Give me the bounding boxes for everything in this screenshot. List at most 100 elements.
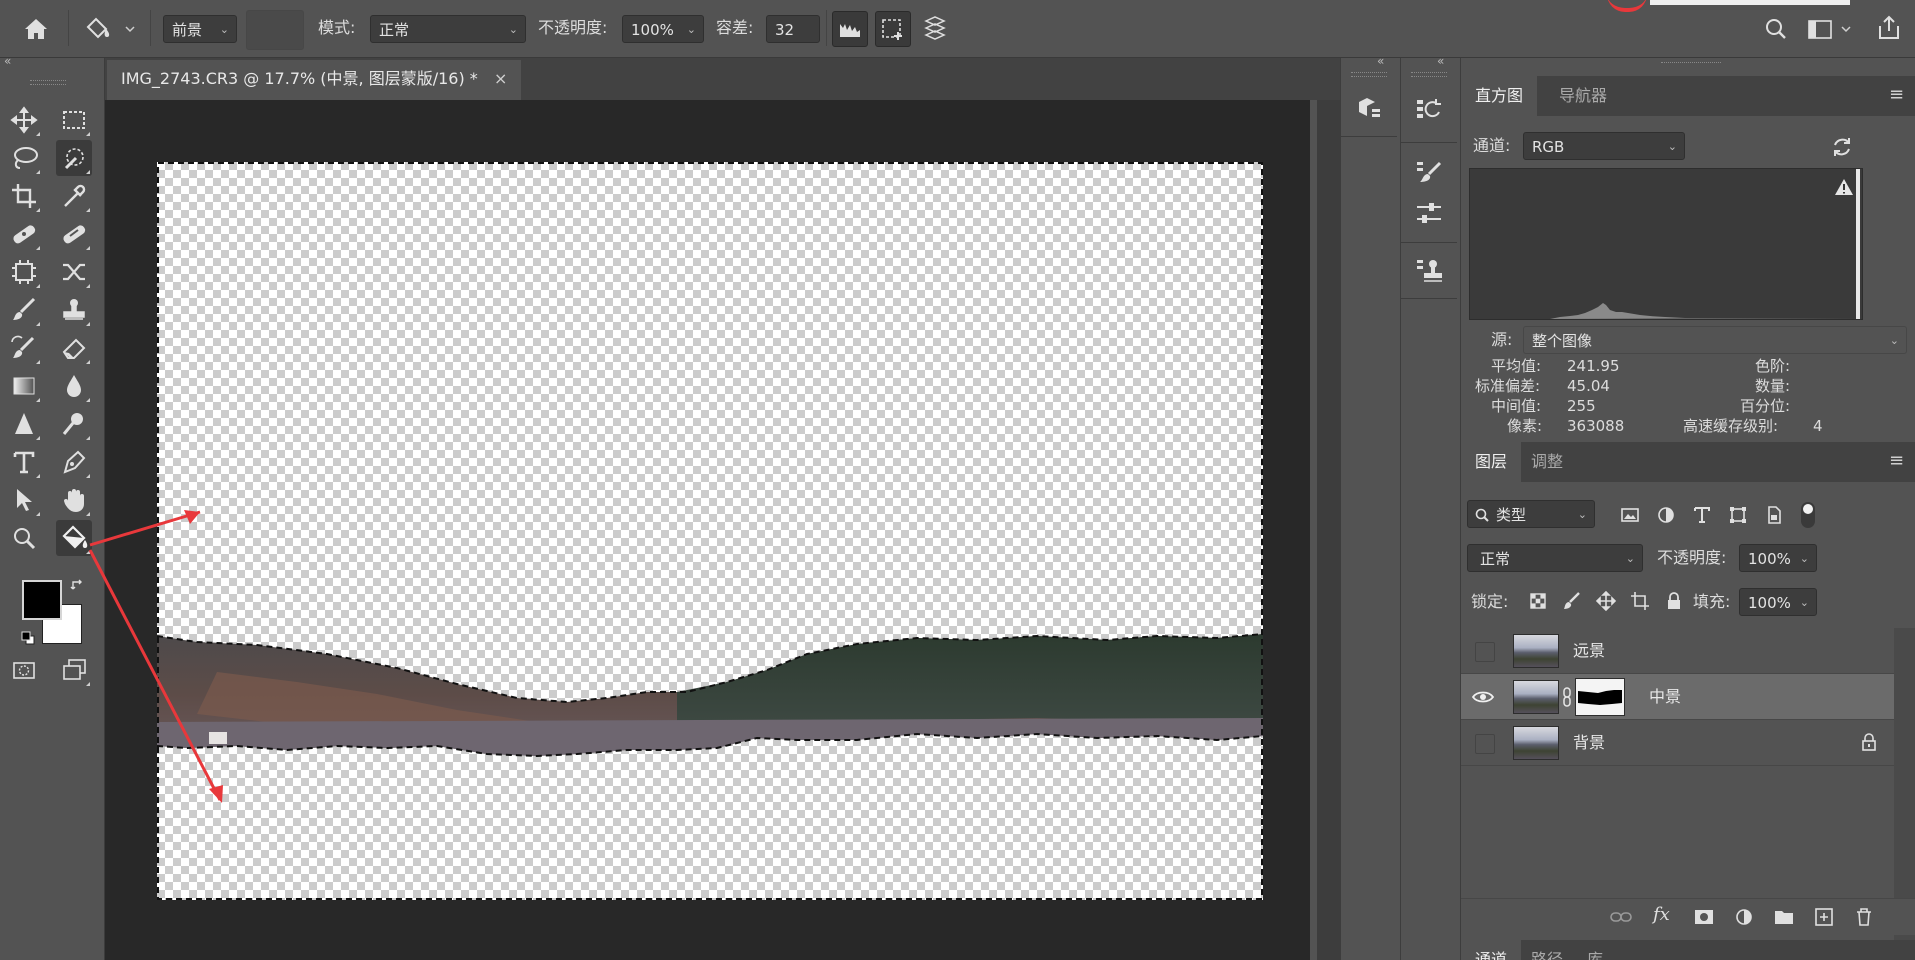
- default-colors-icon[interactable]: [20, 630, 36, 646]
- layer-name[interactable]: 中景: [1649, 674, 1681, 720]
- lock-position-icon[interactable]: [1595, 590, 1617, 612]
- new-group-icon[interactable]: [1773, 906, 1795, 928]
- type-tool-icon[interactable]: [6, 444, 42, 480]
- layer-opacity-input[interactable]: 100% ⌄: [1739, 544, 1817, 572]
- layer-row[interactable]: 背景: [1461, 720, 1894, 766]
- history-panel-icon[interactable]: [1411, 92, 1447, 128]
- lock-icon[interactable]: [1859, 732, 1879, 752]
- layers-panel-menu-icon[interactable]: ≡: [1889, 450, 1904, 471]
- document-tab[interactable]: IMG_2743.CR3 @ 17.7% (中景, 图层蒙版/16) * ×: [107, 60, 521, 100]
- marquee-tool-icon[interactable]: [56, 102, 92, 138]
- share-icon[interactable]: [1874, 13, 1904, 43]
- workspace-icon[interactable]: [1806, 15, 1854, 43]
- contiguous-toggle[interactable]: [875, 11, 911, 47]
- tab-histogram[interactable]: 直方图: [1461, 76, 1538, 116]
- tolerance-input[interactable]: 32: [766, 15, 820, 43]
- strip-grip[interactable]: [1411, 72, 1447, 77]
- fill-input[interactable]: 100% ⌄: [1739, 588, 1817, 616]
- content-aware-move-tool-icon[interactable]: [6, 254, 42, 290]
- layer-filter-dropdown[interactable]: 类型 ⌄: [1467, 500, 1595, 528]
- search-icon[interactable]: [1762, 15, 1790, 43]
- eyedropper-tool-icon[interactable]: [56, 178, 92, 214]
- lasso-tool-icon[interactable]: [6, 140, 42, 176]
- clone-source-icon[interactable]: [1411, 252, 1447, 288]
- layer-mask-thumbnail[interactable]: [1575, 678, 1625, 716]
- opacity-input[interactable]: 100% ⌄: [622, 15, 704, 43]
- collapse-panel-icon[interactable]: «: [1377, 54, 1384, 68]
- filter-adjustment-icon[interactable]: [1655, 504, 1677, 526]
- tab-adjustments[interactable]: 调整: [1517, 442, 1577, 482]
- delete-layer-icon[interactable]: [1853, 906, 1875, 928]
- tab-libraries[interactable]: 库: [1573, 940, 1617, 960]
- strip-grip[interactable]: [1351, 72, 1387, 77]
- paint-bucket-preset-icon[interactable]: [82, 13, 138, 45]
- layer-style-fx-icon[interactable]: fx: [1653, 904, 1670, 925]
- pen-tool-icon[interactable]: [56, 444, 92, 480]
- new-adjustment-layer-icon[interactable]: [1733, 906, 1755, 928]
- document-canvas[interactable]: [157, 162, 1263, 900]
- source-dropdown[interactable]: 整个图像 ⌄: [1523, 326, 1907, 354]
- filter-smart-object-icon[interactable]: [1763, 504, 1785, 526]
- eye-icon[interactable]: [1471, 688, 1495, 706]
- mode-dropdown[interactable]: 正常 ⌄: [370, 15, 526, 43]
- filter-pixel-icon[interactable]: [1619, 504, 1641, 526]
- home-icon[interactable]: [20, 13, 52, 45]
- layer-name[interactable]: 背景: [1573, 720, 1605, 766]
- dodge-tool-icon[interactable]: [56, 406, 92, 442]
- panel-grip[interactable]: [1661, 62, 1721, 66]
- new-layer-icon[interactable]: [1813, 906, 1835, 928]
- stamp-tool-icon[interactable]: [56, 292, 92, 328]
- foreground-color-swatch[interactable]: [22, 580, 62, 620]
- fill-source-dropdown[interactable]: 前景 ⌄: [163, 15, 237, 43]
- add-mask-icon[interactable]: [1693, 906, 1715, 928]
- visibility-toggle[interactable]: [1475, 734, 1495, 754]
- histogram-panel-menu-icon[interactable]: ≡: [1889, 84, 1904, 105]
- close-tab-icon[interactable]: ×: [494, 60, 507, 98]
- collapse-panel-icon[interactable]: «: [1437, 54, 1444, 68]
- chain-link-icon[interactable]: [1561, 686, 1573, 708]
- path-selection-tool-icon[interactable]: [6, 482, 42, 518]
- brush-settings-icon[interactable]: [1411, 154, 1447, 190]
- canvas-scrollbar[interactable]: [1317, 100, 1341, 960]
- 3d-panel-icon[interactable]: [1351, 90, 1387, 126]
- quick-mask-icon[interactable]: [6, 652, 42, 688]
- pattern-picker[interactable]: [246, 10, 304, 50]
- tab-paths[interactable]: 路径: [1517, 940, 1577, 960]
- layer-row[interactable]: 中景: [1461, 674, 1894, 720]
- lock-all-icon[interactable]: [1663, 590, 1685, 612]
- zoom-tool-icon[interactable]: [6, 520, 42, 556]
- blur-tool-icon[interactable]: [56, 368, 92, 404]
- history-brush-tool-icon[interactable]: [6, 330, 42, 366]
- shuffle-tool-icon[interactable]: [56, 254, 92, 290]
- layer-name[interactable]: 远景: [1573, 628, 1605, 674]
- adjustments-sliders-icon[interactable]: [1411, 196, 1447, 232]
- all-layers-icon[interactable]: [918, 11, 954, 47]
- brush-tool-icon[interactable]: [6, 292, 42, 328]
- toolbar-grip[interactable]: [30, 80, 66, 85]
- lock-pixels-icon[interactable]: [1561, 590, 1583, 612]
- layer-thumbnail[interactable]: [1513, 680, 1559, 714]
- filter-shape-icon[interactable]: [1727, 504, 1749, 526]
- collapse-toolbar-icon[interactable]: «: [4, 54, 11, 68]
- sharpen-tool-icon[interactable]: [6, 406, 42, 442]
- visibility-toggle[interactable]: [1475, 642, 1495, 662]
- patch-tool-icon[interactable]: [56, 216, 92, 252]
- tab-navigator[interactable]: 导航器: [1545, 76, 1621, 116]
- lock-artboard-icon[interactable]: [1629, 590, 1651, 612]
- tab-layers[interactable]: 图层: [1461, 442, 1522, 482]
- eraser-tool-icon[interactable]: [56, 330, 92, 366]
- crop-tool-icon[interactable]: [6, 178, 42, 214]
- quick-selection-tool-icon[interactable]: [56, 140, 92, 176]
- lock-transparency-icon[interactable]: [1527, 590, 1549, 612]
- layer-row[interactable]: 远景: [1461, 628, 1894, 674]
- anti-alias-toggle[interactable]: [832, 11, 868, 47]
- channel-dropdown[interactable]: RGB ⌄: [1523, 132, 1685, 160]
- blend-mode-dropdown[interactable]: 正常 ⌄: [1467, 544, 1643, 572]
- tab-channels[interactable]: 通道: [1461, 940, 1522, 960]
- filter-toggle[interactable]: [1801, 502, 1815, 528]
- filter-type-icon[interactable]: [1691, 504, 1713, 526]
- healing-brush-tool-icon[interactable]: [6, 216, 42, 252]
- refresh-icon[interactable]: [1829, 134, 1855, 160]
- move-tool-icon[interactable]: [6, 102, 42, 138]
- link-layers-icon[interactable]: [1609, 906, 1633, 928]
